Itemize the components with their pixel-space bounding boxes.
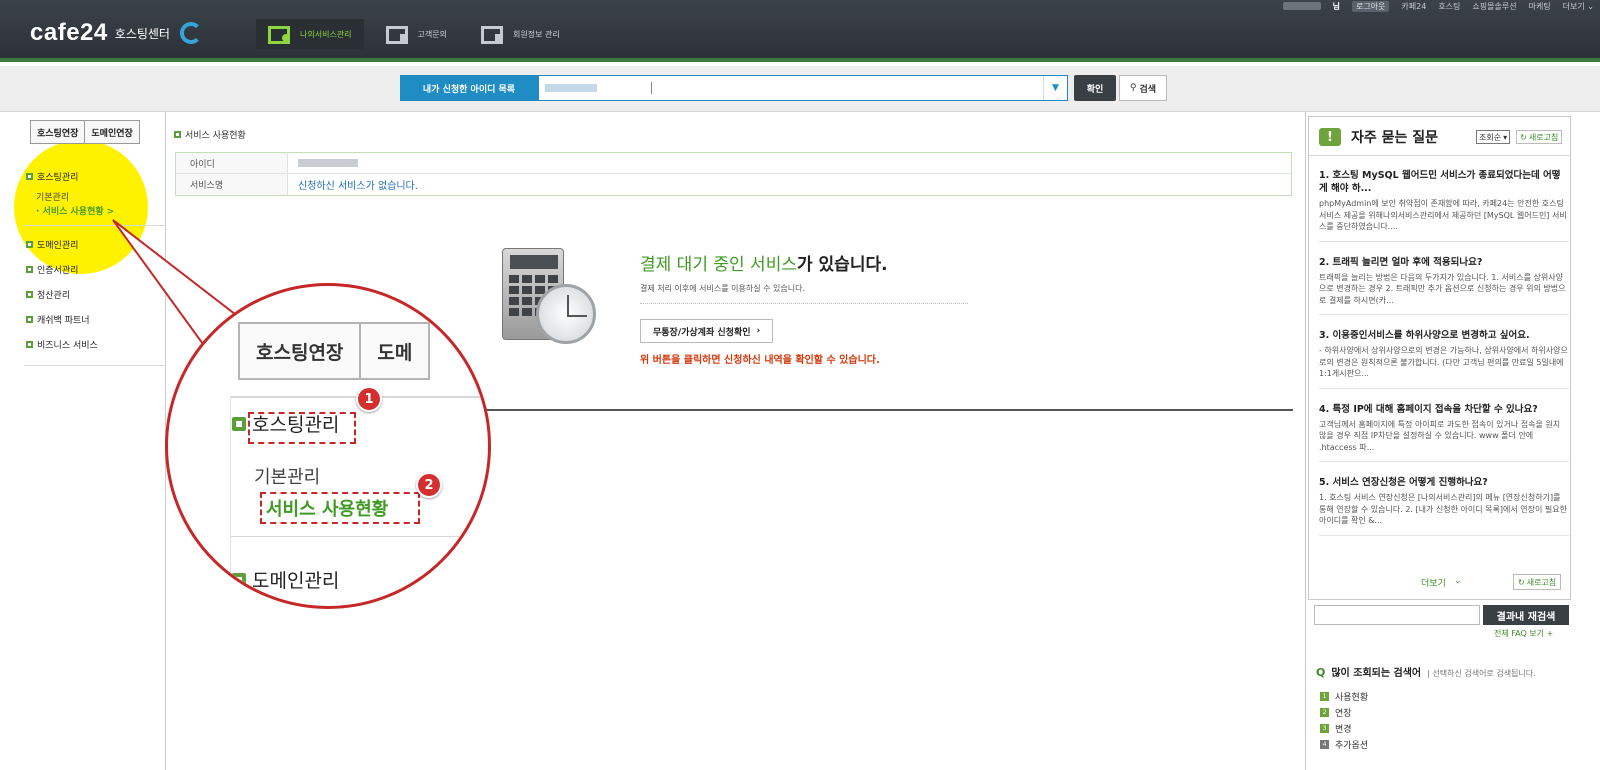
- zoom-tab-hosting-renewal: 호스팅연장: [238, 322, 362, 380]
- rank-badge: 4: [1320, 739, 1329, 749]
- refresh-icon: ↻: [1520, 132, 1527, 142]
- faq-answer: 트래픽을 늘리는 방법은 다음의 두가지가 있습니다. 1. 서비스를 상위사양…: [1319, 272, 1566, 305]
- faq-list: 1. 호스팅 MySQL 웹어드민 서비스가 종료되었다는데 어떻게 해야 하.…: [1319, 169, 1569, 550]
- chevron-down-icon: ⌄: [1453, 576, 1462, 586]
- list-item[interactable]: 3 변경: [1320, 720, 1368, 736]
- refresh-label: 새로고침: [1526, 577, 1557, 587]
- faq-sort-select[interactable]: 조회순 ▾: [1476, 130, 1511, 144]
- faq-panel: ! 자주 묻는 질문 조회순 ▾ ↻ 새로고침 1. 호스팅 MySQL 웹어드…: [1305, 112, 1600, 770]
- search-icon: Q: [1316, 666, 1326, 679]
- faq-answer: - 하위사양에서 상위사양으로의 변경은 가능하나, 상위사양에서 하위사양으로…: [1319, 346, 1568, 378]
- faq-item[interactable]: 1. 호스팅 MySQL 웹어드민 서비스가 종료되었다는데 어떻게 해야 하.…: [1319, 169, 1569, 242]
- faq-header-divider: [1309, 155, 1570, 156]
- zoom-basic-label: 기본관리: [254, 467, 321, 488]
- popular-keywords-list: 1 사용현황 2 연장 3 변경 4 추가옵션: [1320, 688, 1368, 752]
- faq-refresh-button-bottom[interactable]: ↻ 새로고침: [1513, 574, 1562, 590]
- exclamation-icon: !: [1319, 128, 1341, 146]
- zoom-domain-label: 도메인관리: [252, 570, 340, 592]
- faq-refresh-button[interactable]: ↻ 새로고침: [1516, 130, 1563, 144]
- faq-question[interactable]: 2. 트래픽 늘리면 얼마 후에 적용되나요?: [1319, 256, 1569, 269]
- more-label: 더보기: [1421, 579, 1446, 589]
- faq-more-button[interactable]: 더보기 ⌄: [1421, 576, 1461, 589]
- page-root: 님 로그아웃 카페24 호스팅 쇼핑몰솔루션 마케팅 더보기 ⌄ cafe24 …: [0, 0, 1600, 770]
- rank-badge: 3: [1320, 723, 1329, 733]
- faq-title: 자주 묻는 질문: [1351, 130, 1439, 146]
- faq-answer: 고객님께서 홈페이지에 특정 아이피로 과도한 접속이 있거나 접속을 원치 않…: [1319, 419, 1561, 452]
- keyword-label: 변경: [1335, 724, 1352, 735]
- zoom-tabs: 호스팅연장 도메: [238, 322, 431, 380]
- all-faq-link[interactable]: 전체 FAQ 보기 +: [1494, 628, 1553, 639]
- faq-header: ! 자주 묻는 질문 조회순 ▾ ↻ 새로고침: [1319, 125, 1572, 149]
- square-bullet-icon: [232, 416, 246, 431]
- faq-item[interactable]: 3. 이용중인서비스를 하위사양으로 변경하고 싶어요. - 하위사양에서 상위…: [1319, 329, 1569, 389]
- faq-answer: phpMyAdmin에 보안 취약점이 존재함에 따라, 카페24는 안전한 호…: [1319, 199, 1567, 231]
- faq-item[interactable]: 5. 서비스 연장신청은 어떻게 진행하나요? 1. 호스팅 서비스 연장신청은…: [1319, 476, 1569, 536]
- keyword-label: 사용현황: [1335, 692, 1369, 703]
- zoom-tab-domain: 도메: [361, 322, 431, 380]
- chevron-down-icon: ▾: [1503, 132, 1508, 142]
- list-item[interactable]: 4 추가옵션: [1320, 736, 1368, 752]
- faq-question[interactable]: 1. 호스팅 MySQL 웹어드민 서비스가 종료되었다는데 어떻게 해야 하.…: [1319, 169, 1569, 195]
- refresh-label: 새로고침: [1528, 132, 1559, 142]
- step-badge-2: 2: [416, 472, 442, 498]
- popular-title: 많이 조회되는 검색어: [1331, 668, 1422, 679]
- keyword-label: 연장: [1335, 708, 1352, 719]
- faq-item[interactable]: 2. 트래픽 늘리면 얼마 후에 적용되나요? 트래픽을 늘리는 방법은 다음의…: [1319, 256, 1569, 316]
- popular-keywords-header: Q 많이 조회되는 검색어 | 선택하신 검색어로 검색됩니다.: [1316, 664, 1536, 679]
- dashed-highlight-2: [260, 492, 420, 524]
- rank-badge: 2: [1320, 707, 1329, 717]
- popular-desc: | 선택하신 검색어로 검색됩니다.: [1427, 669, 1536, 678]
- zoom-domain-group: 도메인관리: [232, 566, 339, 593]
- faq-item[interactable]: 4. 특정 IP에 대해 홈페이지 접속을 차단할 수 있나요? 고객님께서 홈…: [1319, 403, 1569, 463]
- zoom-callout: 호스팅연장 도메 호스팅관리 1 기본관리 서비스 사용현황 2 도메인관리: [165, 283, 491, 609]
- faq-question[interactable]: 5. 서비스 연장신청은 어떻게 진행하나요?: [1319, 476, 1569, 489]
- faq-answer: 1. 호스팅 서비스 연장신청은 [나의서비스관리]의 메뉴 [연장신청하기]를…: [1319, 493, 1567, 525]
- step-badge-1: 1: [356, 386, 382, 412]
- faq-question[interactable]: 4. 특정 IP에 대해 홈페이지 접속을 차단할 수 있나요?: [1319, 403, 1569, 416]
- list-item[interactable]: 2 연장: [1320, 704, 1368, 720]
- square-bullet-icon: [232, 572, 246, 587]
- keyword-label: 추가옵션: [1335, 740, 1369, 751]
- research-button[interactable]: 결과내 재검색: [1483, 605, 1569, 625]
- refresh-icon: ↻: [1518, 577, 1525, 587]
- zoom-vertical-line: [230, 396, 231, 596]
- rank-badge: 1: [1320, 691, 1329, 701]
- list-item[interactable]: 1 사용현황: [1320, 688, 1368, 704]
- faq-search-input[interactable]: [1314, 605, 1480, 625]
- faq-box: ! 자주 묻는 질문 조회순 ▾ ↻ 새로고침 1. 호스팅 MySQL 웹어드…: [1308, 116, 1571, 600]
- sort-label: 조회순: [1479, 132, 1502, 142]
- zoom-divider: [230, 536, 488, 537]
- faq-question[interactable]: 3. 이용중인서비스를 하위사양으로 변경하고 싶어요.: [1319, 329, 1569, 342]
- dashed-highlight-1: [248, 412, 356, 444]
